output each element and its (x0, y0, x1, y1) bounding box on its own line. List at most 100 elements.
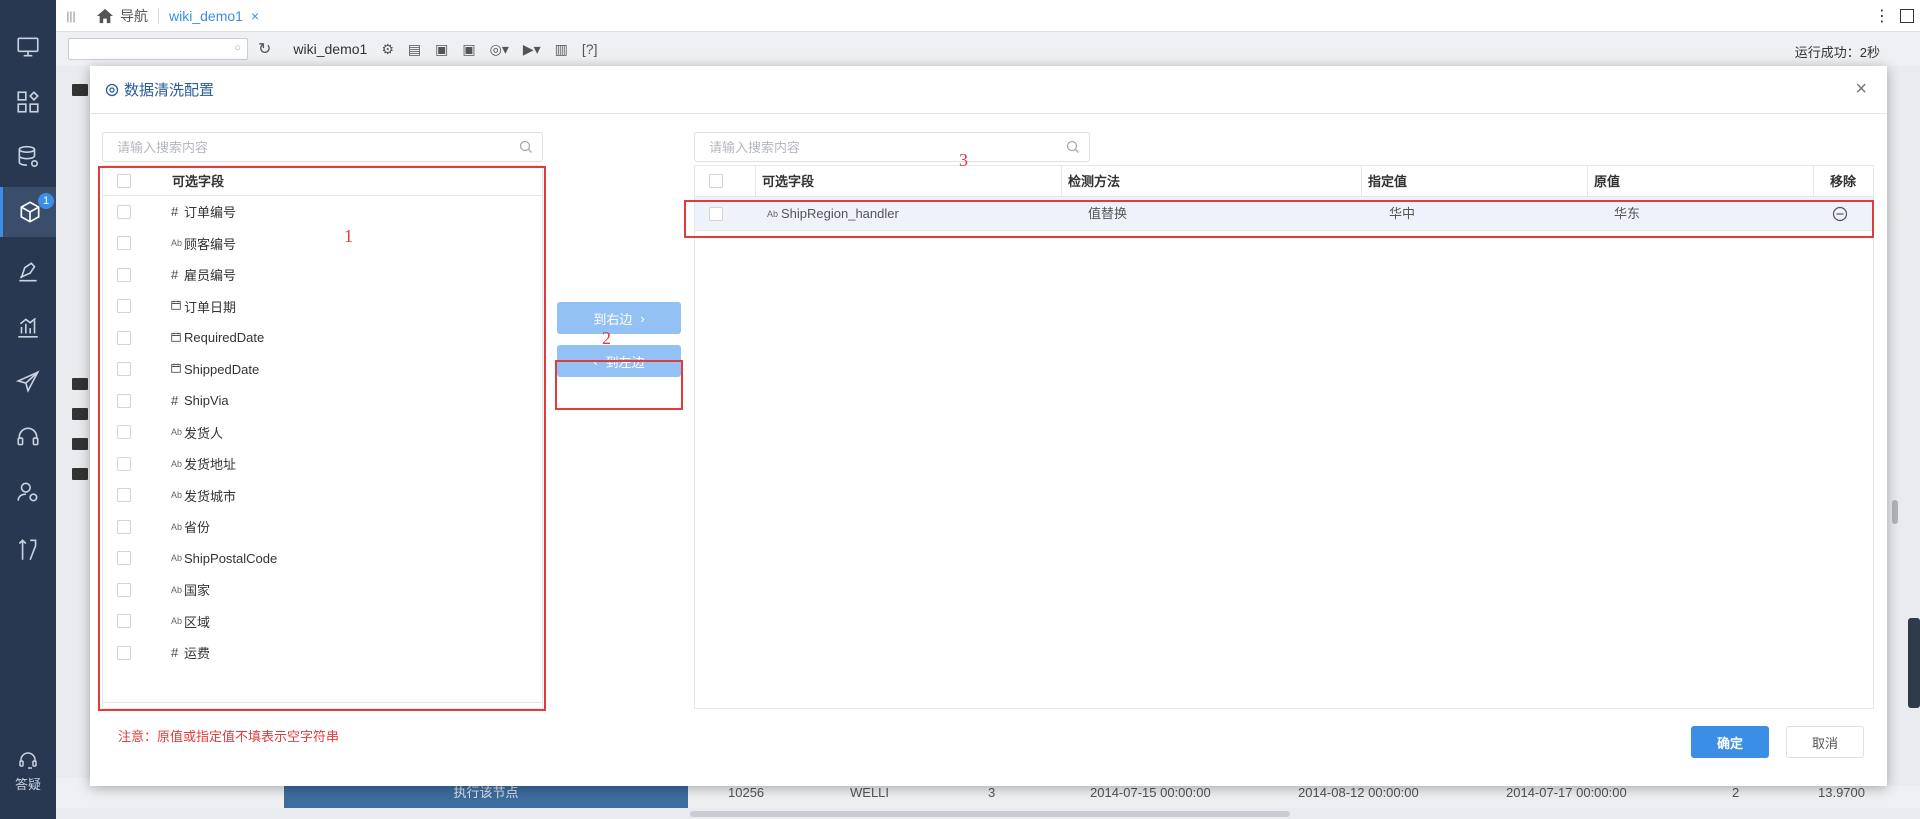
select-all-checkbox[interactable] (709, 174, 723, 188)
list-item[interactable]: Ab 发货地址 (103, 448, 542, 480)
folder-icon[interactable] (72, 438, 88, 450)
vertical-scrollbar[interactable] (1892, 500, 1898, 524)
tab-wiki-demo1[interactable]: wiki_demo1 × (158, 7, 269, 24)
document-icon[interactable]: ▤ (408, 41, 421, 58)
remove-icon[interactable] (1832, 206, 1848, 222)
tools-icon[interactable] (0, 525, 56, 575)
field-list: # 订单编号 Ab 顾客编号 # 雇员编号 订单日期 RequiredDate ShippedD… (103, 196, 542, 669)
field-name: 区域 (184, 614, 211, 630)
run-icon[interactable]: ▶▾ (523, 41, 541, 58)
pen-tool-icon[interactable] (0, 247, 56, 297)
select-all-checkbox[interactable] (117, 173, 131, 188)
data-cell: 10256 (728, 785, 765, 800)
specified-value-input[interactable]: 华中 (1389, 197, 1415, 231)
save-icon[interactable]: ▣ (435, 41, 448, 58)
send-icon[interactable] (0, 357, 56, 407)
notification-badge: 1 (38, 193, 54, 209)
field-checkbox[interactable] (117, 456, 131, 471)
cancel-button[interactable]: 取消 (1786, 726, 1864, 758)
settings-icon[interactable]: ⚙ (381, 41, 394, 58)
workflow-toolbar: ○ ↻ wiki_demo1 ⚙ ▤ ▣ ▣ ◎▾ ▶▾ ▥ [?] 运行成功：… (56, 32, 1920, 66)
table-row[interactable]: Ab ShipRegion_handler 值替换 华中 华东 (695, 197, 1873, 231)
annotation-number-1: 1 (344, 226, 353, 246)
database-settings-icon[interactable] (0, 132, 56, 182)
confirm-button[interactable]: 确定 (1691, 726, 1769, 758)
right-search-field[interactable] (694, 132, 1090, 162)
user-settings-icon[interactable] (0, 467, 56, 517)
maximize-icon[interactable] (1900, 9, 1914, 23)
list-item[interactable]: Ab 顾客编号 (103, 228, 542, 260)
horizontal-scrollbar[interactable] (690, 811, 1290, 817)
field-checkbox[interactable] (117, 614, 131, 629)
monitor-icon[interactable] (0, 22, 56, 72)
number-type-icon: # (171, 204, 179, 220)
search-icon[interactable] (1066, 140, 1080, 154)
bar-chart-icon[interactable] (0, 302, 56, 352)
save-as-icon[interactable]: ▣ (462, 41, 475, 58)
field-name: 运费 (184, 646, 211, 662)
field-name: 顾客编号 (184, 236, 237, 252)
list-item[interactable]: Ab 发货人 (103, 417, 542, 449)
refresh-icon[interactable]: ↻ (258, 39, 271, 59)
list-item[interactable]: ShippedDate (103, 354, 542, 386)
folder-icon[interactable] (72, 84, 88, 96)
help-button[interactable]: 答疑 (0, 748, 56, 793)
calendar-icon (171, 363, 183, 375)
data-cell: 3 (988, 785, 996, 800)
field-checkbox[interactable] (117, 267, 131, 282)
row-checkbox[interactable] (709, 207, 723, 221)
schedule-icon[interactable]: ◎▾ (490, 41, 509, 58)
field-checkbox[interactable] (117, 204, 131, 219)
folder-icon[interactable] (72, 408, 88, 420)
list-item[interactable]: 订单日期 (103, 291, 542, 323)
more-menu-icon[interactable]: ⋮ (1874, 6, 1890, 26)
headset-icon[interactable] (0, 412, 56, 462)
field-checkbox[interactable] (117, 393, 131, 408)
field-checkbox[interactable] (117, 519, 131, 534)
list-item[interactable]: # 雇员编号 (103, 259, 542, 291)
search-icon: ○ (234, 42, 241, 54)
list-item[interactable]: Ab 国家 (103, 574, 542, 606)
field-checkbox[interactable] (117, 330, 131, 345)
search-icon[interactable] (519, 140, 533, 154)
original-value-input[interactable]: 华东 (1614, 197, 1640, 231)
list-item[interactable]: RequiredDate (103, 322, 542, 354)
panel-footer (103, 702, 542, 708)
right-search-input[interactable] (695, 133, 1030, 161)
help-link[interactable]: [?] (582, 41, 598, 58)
field-checkbox[interactable] (117, 645, 131, 660)
side-widget[interactable] (1908, 618, 1920, 708)
number-type-icon: # (171, 267, 179, 283)
list-item[interactable]: # 订单编号 (103, 196, 542, 228)
tree-search-input[interactable]: ○ (68, 38, 248, 60)
list-item[interactable]: # ShipVia (103, 385, 542, 417)
field-checkbox[interactable] (117, 488, 131, 503)
move-to-right-button[interactable]: 到右边 › (557, 302, 681, 334)
list-item[interactable]: # 运费 (103, 637, 542, 669)
field-checkbox[interactable] (117, 299, 131, 314)
log-icon[interactable]: ▥ (555, 41, 568, 58)
apps-icon[interactable] (0, 77, 56, 127)
tab-home[interactable]: 导航 (86, 6, 158, 26)
field-checkbox[interactable] (117, 425, 131, 440)
cube-icon[interactable]: 1 (0, 187, 56, 237)
close-dialog-icon[interactable]: × (1855, 78, 1867, 101)
left-search-input[interactable] (103, 133, 477, 161)
list-item[interactable]: Ab 发货城市 (103, 480, 542, 512)
move-to-left-button[interactable]: ‹ 到左边 (557, 345, 681, 377)
folder-icon[interactable] (72, 468, 88, 480)
left-search-field[interactable] (102, 132, 543, 162)
list-item[interactable]: Ab 区域 (103, 606, 542, 638)
run-status: 运行成功：2秒 (1794, 45, 1880, 60)
drag-handle-icon[interactable]: ||| (56, 9, 86, 23)
folder-icon[interactable] (72, 378, 88, 390)
field-checkbox[interactable] (117, 551, 131, 566)
list-item[interactable]: Ab 省份 (103, 511, 542, 543)
method-select[interactable]: 值替换 (1088, 197, 1127, 231)
field-checkbox[interactable] (117, 236, 131, 251)
left-sidebar: 1 答疑 (0, 0, 56, 819)
close-tab-icon[interactable]: × (251, 8, 259, 24)
list-item[interactable]: Ab ShipPostalCode (103, 543, 542, 575)
field-checkbox[interactable] (117, 582, 131, 597)
field-checkbox[interactable] (117, 362, 131, 377)
